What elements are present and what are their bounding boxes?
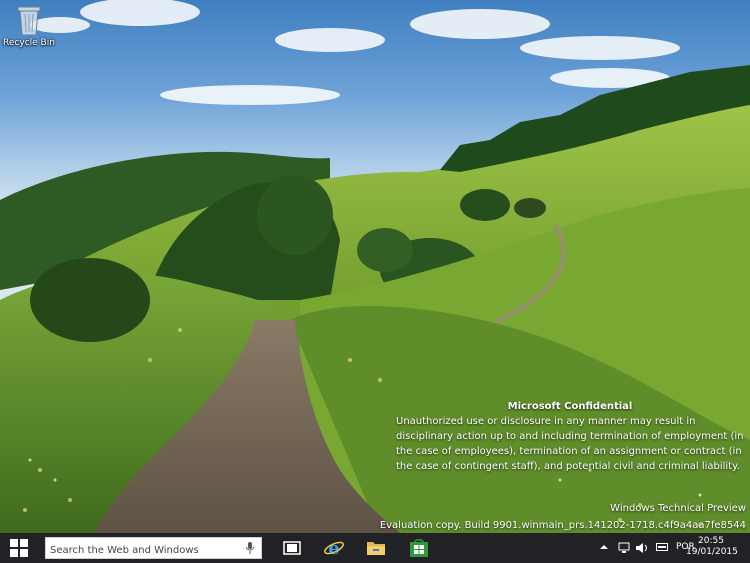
- svg-text:e: e: [328, 538, 339, 558]
- internet-explorer-button[interactable]: e: [316, 533, 352, 563]
- edition-label: Windows Technical Preview: [610, 503, 746, 514]
- store-icon: [410, 539, 428, 557]
- folder-icon: [367, 542, 385, 555]
- build-label: Evaluation copy. Build 9901.winmain_prs.…: [379, 520, 746, 531]
- recycle-bin-icon: [17, 6, 41, 36]
- clock-date: 19/01/2015: [686, 547, 738, 557]
- search-input[interactable]: [50, 540, 230, 561]
- chevron-up-icon[interactable]: [600, 542, 608, 552]
- confidential-watermark: Microsoft Confidential Unauthorized use …: [396, 399, 744, 474]
- task-view-icon: [283, 541, 301, 555]
- clock-time: 20:55: [698, 536, 724, 546]
- desktop[interactable]: Recycle Bin Microsoft Confidential Unaut…: [0, 0, 750, 533]
- recycle-bin-label: Recycle Bin: [3, 38, 55, 48]
- recycle-bin-shortcut[interactable]: Recycle Bin: [3, 4, 55, 48]
- store-button[interactable]: [401, 533, 437, 563]
- task-view-button[interactable]: [274, 533, 310, 563]
- file-explorer-button[interactable]: [358, 533, 394, 563]
- taskbar: e: [0, 533, 750, 563]
- watermark-body: Unauthorized use or disclosure in any ma…: [396, 416, 744, 472]
- system-tray: POR 20:55 19/01/2015: [580, 533, 750, 563]
- clock[interactable]: 20:55 19/01/2015: [686, 536, 738, 558]
- start-button[interactable]: [0, 533, 38, 563]
- keyboard-icon[interactable]: [656, 542, 668, 552]
- windows-logo-icon: [10, 539, 28, 557]
- volume-icon[interactable]: [636, 542, 648, 554]
- microphone-icon[interactable]: [246, 542, 254, 554]
- search-box[interactable]: [45, 537, 262, 561]
- internet-explorer-icon: e: [324, 538, 344, 558]
- watermark-title: Microsoft Confidential: [507, 401, 633, 412]
- network-icon[interactable]: [618, 542, 630, 554]
